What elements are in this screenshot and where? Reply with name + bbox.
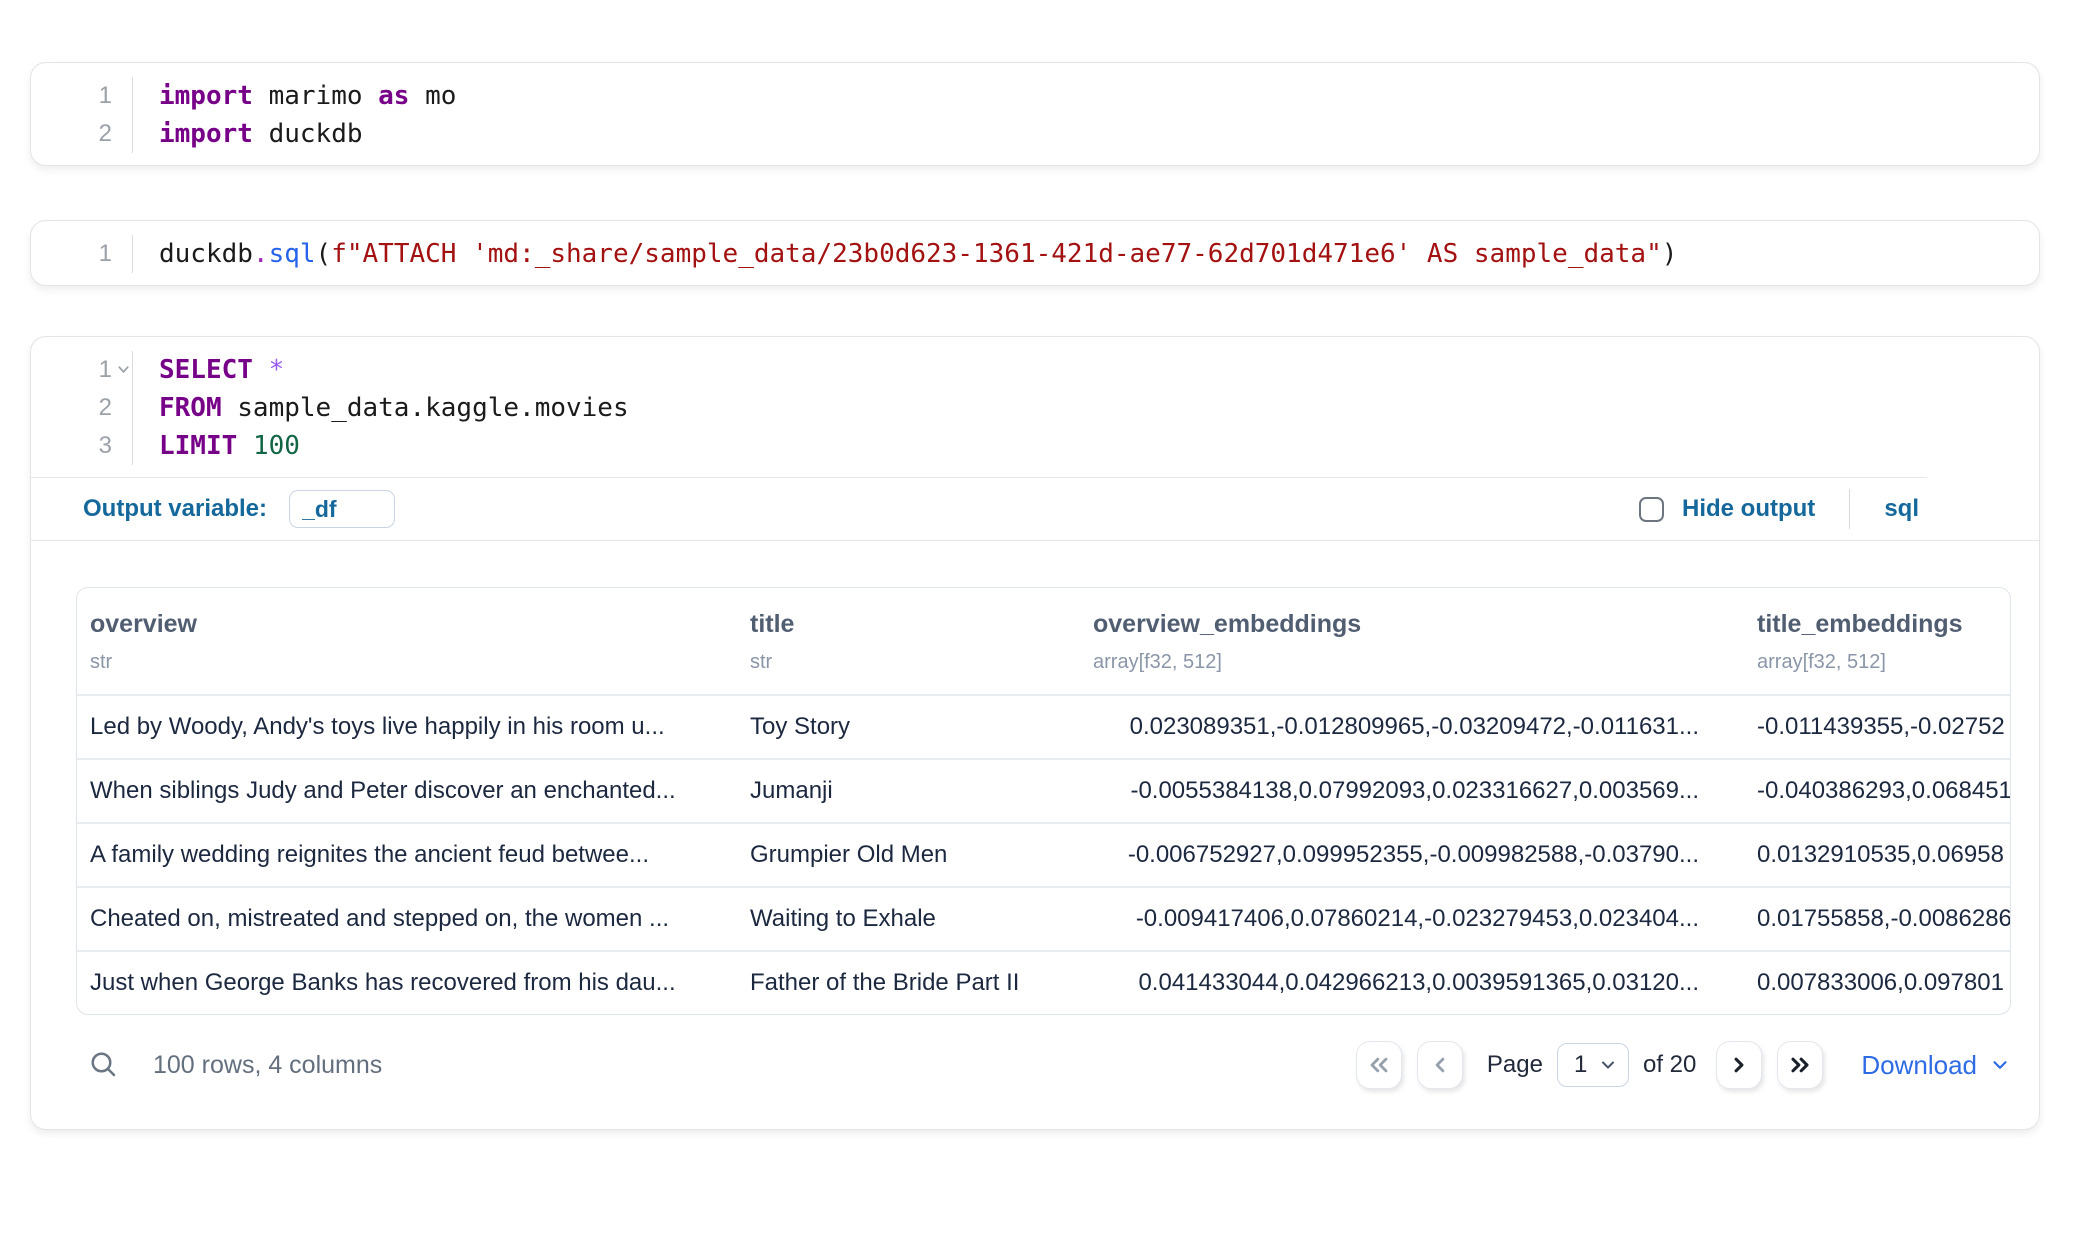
- code-text: import duckdb: [133, 115, 363, 153]
- column-dtype: array[f32, 512]: [1093, 651, 1744, 674]
- column-dtype: str: [750, 651, 1080, 674]
- notebook-cell-sql: 1SELECT *2FROM sample_data.kaggle.movies…: [30, 336, 2040, 1130]
- search-button[interactable]: [89, 1050, 119, 1080]
- chevrons-left-icon: [1365, 1051, 1393, 1079]
- column-header-title[interactable]: title str: [740, 610, 1080, 674]
- row-count-summary: 100 rows, 4 columns: [153, 1051, 382, 1080]
- chevron-left-icon: [1426, 1051, 1454, 1079]
- toolbar-divider: [1849, 489, 1850, 529]
- chevron-down-icon: [1989, 1054, 2011, 1076]
- column-name: title: [750, 610, 1080, 639]
- table-cell: Cheated on, mistreated and stepped on, t…: [77, 905, 740, 933]
- table-cell: -0.0055384138,0.07992093,0.023316627,0.0…: [1080, 777, 1744, 805]
- first-page-button[interactable]: [1356, 1041, 1402, 1089]
- table-cell: -0.040386293,0.068451: [1744, 777, 2011, 805]
- fold-chevron-icon[interactable]: [116, 362, 131, 377]
- hide-output-label: Hide output: [1682, 495, 1815, 523]
- table-row[interactable]: A family wedding reignites the ancient f…: [77, 822, 2011, 886]
- search-icon: [89, 1050, 119, 1080]
- line-number: 1: [31, 77, 133, 115]
- code-editor-attach[interactable]: 1duckdb.sql(f"ATTACH 'md:_share/sample_d…: [31, 221, 2039, 285]
- table-footer: 100 rows, 4 columns Page 1: [76, 1041, 2011, 1089]
- output-variable-input[interactable]: [289, 490, 395, 528]
- column-header-title_embeddings[interactable]: title_embeddings array[f32, 512]: [1744, 610, 2011, 674]
- table-row[interactable]: When siblings Judy and Peter discover an…: [77, 758, 2011, 822]
- table-cell: 0.023089351,-0.012809965,-0.03209472,-0.…: [1080, 713, 1744, 741]
- table-cell: -0.011439355,-0.02752: [1744, 713, 2011, 741]
- code-line: 2FROM sample_data.kaggle.movies: [31, 389, 2039, 427]
- table-row[interactable]: Cheated on, mistreated and stepped on, t…: [77, 886, 2011, 950]
- table-cell: Led by Woody, Andy's toys live happily i…: [77, 713, 740, 741]
- code-text: duckdb.sql(f"ATTACH 'md:_share/sample_da…: [133, 235, 1677, 273]
- column-dtype: array[f32, 512]: [1757, 651, 2011, 674]
- table-cell: Just when George Banks has recovered fro…: [77, 969, 740, 997]
- line-number: 1: [31, 235, 133, 273]
- last-page-button[interactable]: [1777, 1041, 1823, 1089]
- code-text: import marimo as mo: [133, 77, 456, 115]
- download-button[interactable]: Download: [1861, 1050, 2011, 1081]
- table-row[interactable]: Just when George Banks has recovered fro…: [77, 950, 2011, 1014]
- chevron-right-icon: [1725, 1051, 1753, 1079]
- download-label: Download: [1861, 1050, 1977, 1081]
- line-number: 1: [31, 351, 133, 389]
- table-row[interactable]: Led by Woody, Andy's toys live happily i…: [77, 694, 2011, 758]
- cell-output-area: overview str title str overview_embeddingsar…: [31, 541, 2039, 1089]
- code-line: 1import marimo as mo: [31, 77, 2039, 115]
- code-editor-imports[interactable]: 1import marimo as mo2import duckdb: [31, 63, 2039, 165]
- code-text: FROM sample_data.kaggle.movies: [133, 389, 629, 427]
- column-name: title_embeddings: [1757, 610, 2011, 639]
- code-line: 1duckdb.sql(f"ATTACH 'md:_share/sample_d…: [31, 235, 2039, 273]
- output-variable-label: Output variable:: [83, 495, 267, 523]
- language-badge: sql: [1884, 495, 1919, 523]
- table-cell: Father of the Bride Part II: [740, 969, 1080, 997]
- notebook-cell-imports: 1import marimo as mo2import duckdb: [30, 62, 2040, 166]
- table-cell: When siblings Judy and Peter discover an…: [77, 777, 740, 805]
- table-cell: 0.007833006,0.097801: [1744, 969, 2011, 997]
- table-cell: 0.041433044,0.042966213,0.0039591365,0.0…: [1080, 969, 1744, 997]
- code-editor-sql[interactable]: 1SELECT *2FROM sample_data.kaggle.movies…: [31, 337, 2039, 477]
- line-number: 2: [31, 389, 133, 427]
- code-line: 2import duckdb: [31, 115, 2039, 153]
- column-dtype: str: [90, 651, 740, 674]
- line-number: 2: [31, 115, 133, 153]
- table-header-row: overview str title str overview_embeddingsar…: [77, 588, 2011, 694]
- column-header-overview[interactable]: overview str: [77, 610, 740, 674]
- page-select-value: 1: [1574, 1051, 1587, 1079]
- table-cell: Jumanji: [740, 777, 1080, 805]
- page-label: Page: [1487, 1051, 1543, 1079]
- code-text: LIMIT 100: [133, 427, 300, 465]
- column-name: overview_embeddings: [1093, 610, 1744, 639]
- code-text: SELECT *: [133, 351, 284, 389]
- previous-page-button[interactable]: [1417, 1041, 1463, 1089]
- table-cell: -0.009417406,0.07860214,-0.023279453,0.0…: [1080, 905, 1744, 933]
- hide-output-checkbox[interactable]: [1639, 497, 1664, 522]
- table-cell: Toy Story: [740, 713, 1080, 741]
- pagination: Page 1 of 20: [1356, 1041, 2011, 1089]
- table-cell: A family wedding reignites the ancient f…: [77, 841, 740, 869]
- sql-cell-toolbar: Output variable: Hide output sql: [31, 478, 2039, 541]
- column-header-overview_embeddings[interactable]: overview_embeddings array[f32, 512]: [1080, 610, 1744, 674]
- code-line: 3LIMIT 100: [31, 427, 2039, 465]
- chevron-down-icon: [1598, 1055, 1618, 1075]
- table-cell: -0.006752927,0.099952355,-0.009982588,-0…: [1080, 841, 1744, 869]
- next-page-button[interactable]: [1716, 1041, 1762, 1089]
- table-cell: 0.0132910535,0.06958: [1744, 841, 2011, 869]
- code-line: 1SELECT *: [31, 351, 2039, 389]
- table-cell: 0.01755858,-0.0086286: [1744, 905, 2011, 933]
- chevrons-right-icon: [1786, 1051, 1814, 1079]
- notebook-cell-attach: 1duckdb.sql(f"ATTACH 'md:_share/sample_d…: [30, 220, 2040, 286]
- table-cell: Waiting to Exhale: [740, 905, 1080, 933]
- hide-output-group: Hide output: [1639, 495, 1815, 523]
- total-pages-label: of 20: [1643, 1051, 1696, 1079]
- column-name: overview: [90, 610, 740, 639]
- line-number: 3: [31, 427, 133, 465]
- page-select[interactable]: 1: [1557, 1043, 1629, 1087]
- table-cell: Grumpier Old Men: [740, 841, 1080, 869]
- dataframe-table: overview str title str overview_embeddingsar…: [76, 587, 2011, 1015]
